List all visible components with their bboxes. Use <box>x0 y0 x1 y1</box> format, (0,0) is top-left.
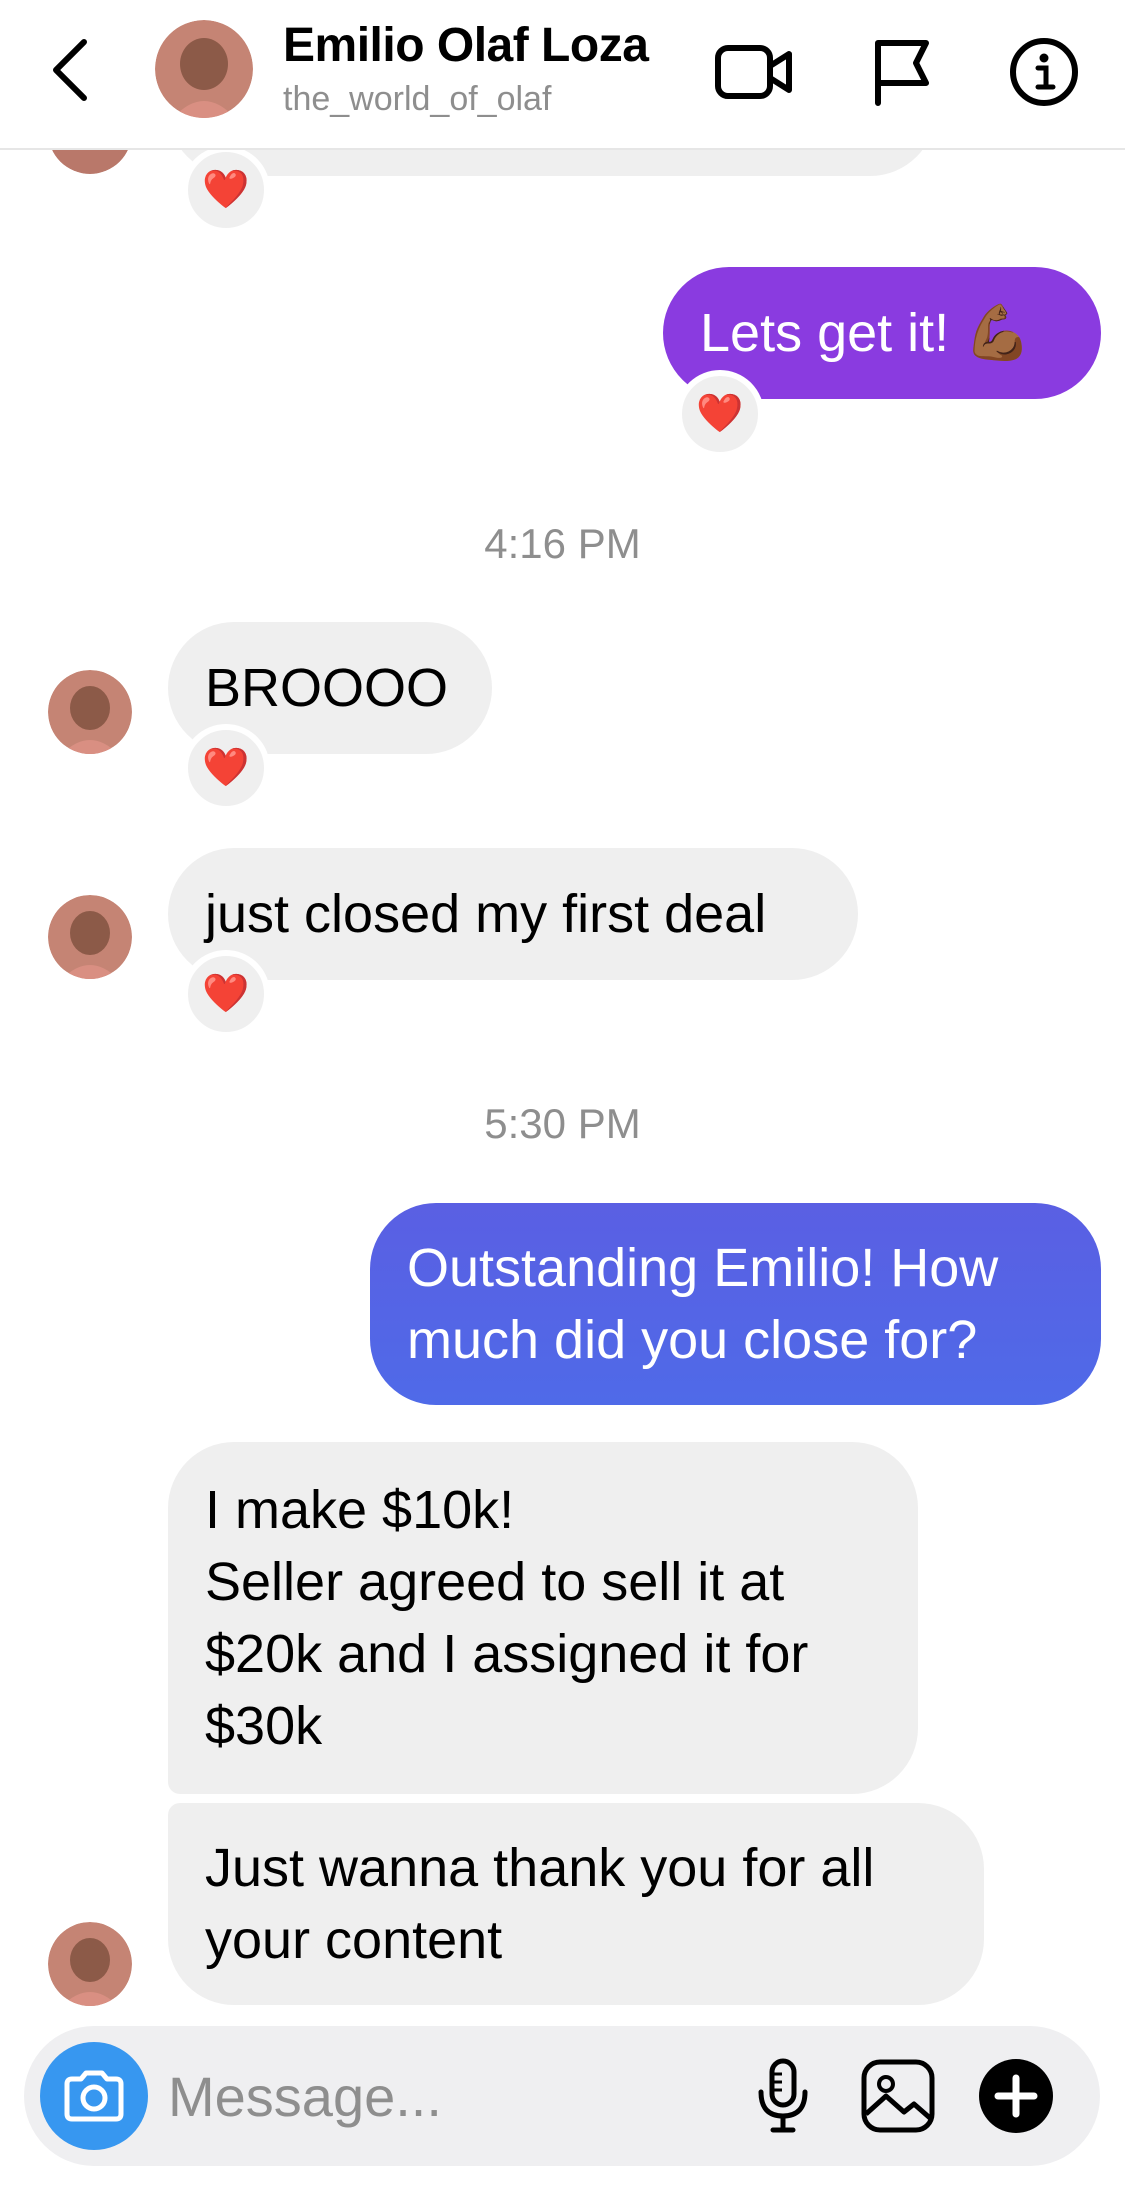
flag-icon <box>875 40 929 106</box>
heart-reaction[interactable]: ❤️ <box>182 146 270 234</box>
microphone-icon <box>758 2058 808 2133</box>
heart-reaction[interactable]: ❤️ <box>182 950 270 1038</box>
sender-avatar[interactable] <box>48 1922 132 2006</box>
contact-name[interactable]: Emilio Olaf Loza <box>283 18 649 73</box>
plus-icon <box>979 2059 1053 2133</box>
message-line: Just wanna thank you for all <box>205 1838 875 1898</box>
message-text: BROOOO <box>205 658 449 718</box>
message-line: $20k and I assigned it for <box>205 1624 809 1684</box>
heart-reaction-emoji: ❤️ <box>202 169 250 211</box>
report-button[interactable] <box>860 30 944 114</box>
chat-header: Emilio Olaf Loza the_world_of_olaf <box>0 0 1125 150</box>
message-line: I make $10k! <box>205 1480 515 1540</box>
heart-reaction-emoji: ❤️ <box>202 973 250 1015</box>
video-call-button[interactable] <box>712 30 796 114</box>
heart-reaction[interactable]: ❤️ <box>182 724 270 812</box>
message-line: much did you close for? <box>407 1310 978 1370</box>
message-line: $30k <box>205 1696 323 1756</box>
incoming-message-bubble[interactable]: I make $10k! Seller agreed to sell it at… <box>168 1442 918 1794</box>
voice-message-button[interactable] <box>737 2050 829 2142</box>
info-button[interactable] <box>1002 30 1086 114</box>
message-line: Seller agreed to sell it at <box>205 1552 785 1612</box>
gallery-icon <box>861 2059 935 2133</box>
sender-avatar[interactable] <box>48 895 132 979</box>
message-text: just closed my first deal <box>205 884 767 944</box>
contact-username[interactable]: the_world_of_olaf <box>283 80 551 119</box>
back-button[interactable] <box>40 30 100 110</box>
heart-reaction-emoji: ❤️ <box>696 393 744 435</box>
incoming-message-bubble[interactable]: just closed my first deal <box>168 848 858 980</box>
camera-icon <box>64 2070 124 2122</box>
message-text: Lets get it! 💪🏾 <box>700 303 1032 363</box>
message-input[interactable] <box>168 2056 728 2136</box>
sender-avatar[interactable] <box>48 670 132 754</box>
heart-reaction[interactable]: ❤️ <box>676 370 764 458</box>
message-composer <box>24 2026 1100 2166</box>
more-options-button[interactable] <box>970 2050 1062 2142</box>
incoming-message-bubble[interactable]: Just wanna thank you for all your conten… <box>168 1803 984 2005</box>
chevron-left-icon <box>53 39 87 101</box>
info-icon <box>1010 38 1078 106</box>
gallery-button[interactable] <box>852 2050 944 2142</box>
video-camera-icon <box>715 45 792 99</box>
message-line: your content <box>205 1910 503 1970</box>
camera-button[interactable] <box>40 2042 148 2150</box>
timestamp: 5:30 PM <box>484 1100 641 1147</box>
message-line: Outstanding Emilio! How <box>407 1238 999 1298</box>
heart-reaction-emoji: ❤️ <box>202 747 250 789</box>
chat-screen: ❤️ Emilio Olaf Loza the_world_of_olaf Le… <box>0 0 1125 2197</box>
timestamp: 4:16 PM <box>484 520 641 567</box>
contact-avatar[interactable] <box>155 20 253 118</box>
outgoing-message-bubble[interactable]: Outstanding Emilio! How much did you clo… <box>370 1203 1101 1405</box>
